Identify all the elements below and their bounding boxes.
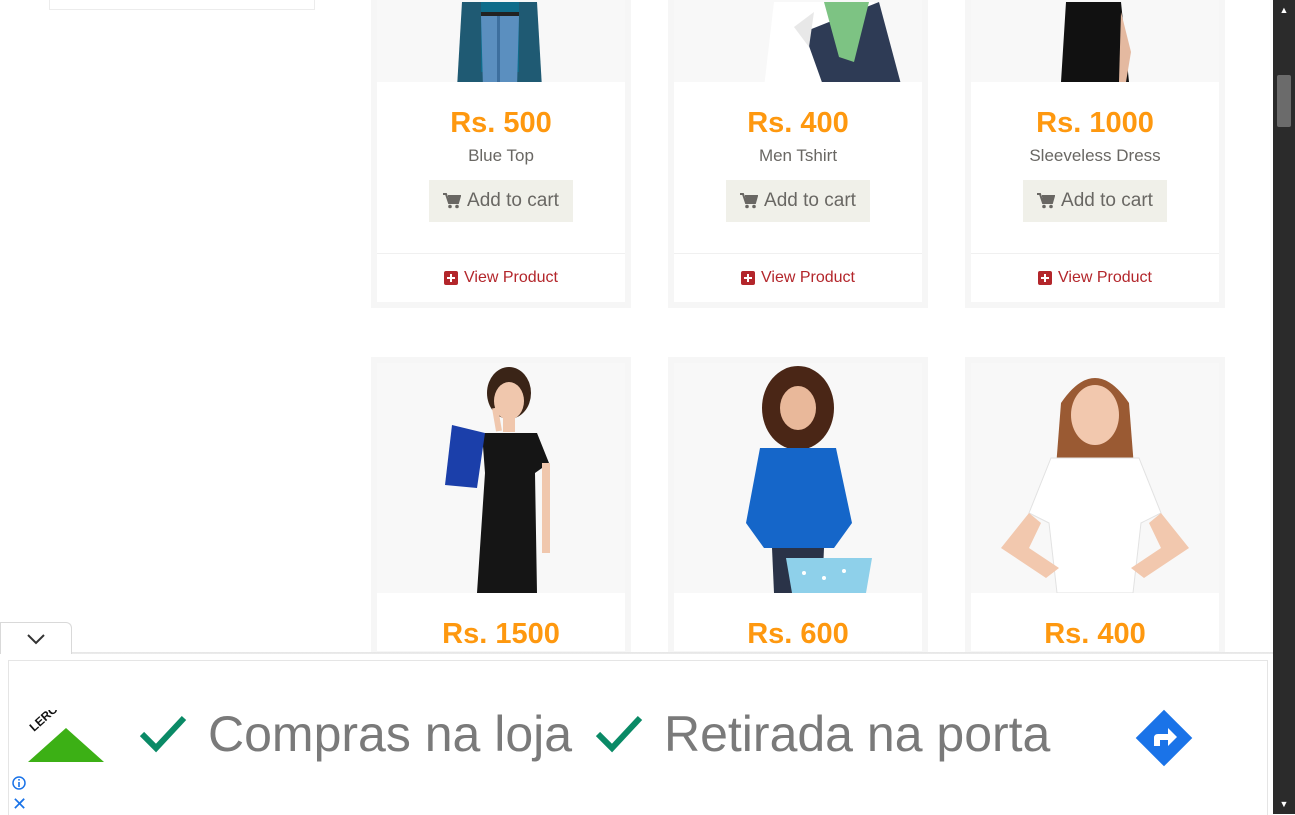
add-to-cart-label: Add to cart	[764, 190, 856, 211]
add-to-cart-button[interactable]: Add to cart	[726, 180, 870, 222]
ad-collapse-button[interactable]	[0, 622, 72, 654]
ad-info-icon[interactable]	[12, 776, 26, 790]
sidebar-panel	[49, 0, 315, 10]
view-product-label: View Product	[761, 269, 855, 286]
check-icon	[595, 715, 643, 753]
scroll-up-arrow[interactable]: ▲	[1273, 0, 1295, 20]
product-name: Men Tshirt	[758, 146, 838, 165]
plus-square-icon	[741, 271, 755, 285]
product-image[interactable]	[971, 363, 1219, 593]
product-price: Rs. 600	[747, 618, 849, 650]
product-price: Rs. 400	[747, 107, 849, 139]
product-price: Rs. 400	[1044, 618, 1146, 650]
shopping-cart-icon	[1037, 193, 1056, 209]
product-image[interactable]	[971, 0, 1219, 82]
view-product-link[interactable]: View Product	[674, 253, 922, 302]
product-image[interactable]	[377, 363, 625, 593]
page-scrollbar[interactable]: ▲ ▼	[1273, 0, 1295, 814]
add-to-cart-label: Add to cart	[467, 190, 559, 211]
product-name: Sleeveless Dress	[1029, 146, 1161, 165]
product-card: Rs. 1500	[371, 357, 631, 657]
check-icon	[139, 715, 187, 753]
view-product-link[interactable]: View Product	[377, 253, 625, 302]
add-to-cart-button[interactable]: Add to cart	[1023, 180, 1167, 222]
product-card: Rs. 600	[668, 357, 928, 657]
ad-text-compras: Compras na loja	[208, 706, 573, 762]
product-card: Rs. 1000 Sleeveless Dress Add to cart Vi…	[965, 0, 1225, 308]
plus-square-icon	[444, 271, 458, 285]
chevron-down-icon	[27, 633, 45, 644]
product-image[interactable]	[377, 0, 625, 82]
product-price: Rs. 500	[450, 107, 552, 139]
view-product-label: View Product	[464, 269, 558, 286]
view-product-label: View Product	[1058, 269, 1152, 286]
scroll-down-arrow[interactable]: ▼	[1273, 794, 1295, 814]
product-price: Rs. 1000	[1036, 107, 1154, 139]
product-card: Rs. 500 Blue Top Add to cart View Produc…	[371, 0, 631, 308]
product-card: Rs. 400	[965, 357, 1225, 657]
plus-square-icon	[1038, 271, 1052, 285]
add-to-cart-label: Add to cart	[1061, 190, 1153, 211]
product-image[interactable]	[674, 0, 922, 82]
ad-close-icon[interactable]: ✕	[12, 795, 27, 813]
leroy-merlin-logo: LEROY MERLIN	[27, 710, 104, 762]
scroll-thumb[interactable]	[1277, 75, 1291, 127]
directions-icon[interactable]	[1134, 708, 1194, 768]
product-name: Blue Top	[468, 146, 534, 165]
product-image[interactable]	[674, 363, 922, 593]
view-product-link[interactable]: View Product	[971, 253, 1219, 302]
ad-text-retirada: Retirada na porta	[664, 706, 1051, 762]
add-to-cart-button[interactable]: Add to cart	[429, 180, 573, 222]
product-card: Rs. 400 Men Tshirt Add to cart View Prod…	[668, 0, 928, 308]
ad-banner[interactable]: LEROY MERLIN Compras na loja Retirada na…	[0, 654, 1273, 815]
product-price: Rs. 1500	[442, 618, 560, 650]
shopping-cart-icon	[740, 193, 759, 209]
shopping-cart-icon	[443, 193, 462, 209]
